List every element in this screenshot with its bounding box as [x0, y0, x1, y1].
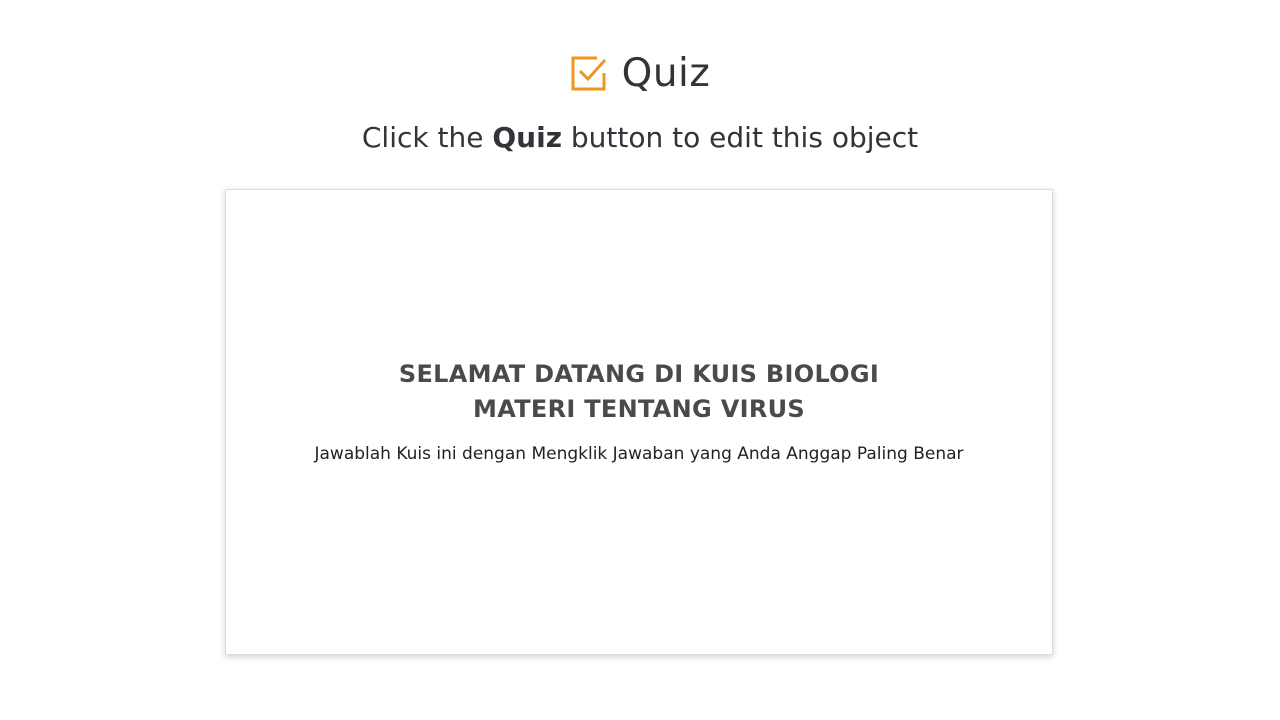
- slide-heading-line2: MATERI TENTANG VIRUS: [473, 395, 805, 423]
- slide-heading-line1: SELAMAT DATANG DI KUIS BIOLOGI: [398, 360, 880, 388]
- instruction-prefix: Click the: [361, 121, 493, 154]
- edit-instruction: Click the Quiz button to edit this objec…: [0, 118, 1280, 158]
- slide-subtext: Jawablah Kuis ini dengan Mengklik Jawaba…: [314, 444, 964, 464]
- checkbox-checked-icon: [571, 56, 606, 91]
- instruction-suffix: button to edit this object: [562, 121, 919, 154]
- quiz-title: Quiz: [621, 50, 711, 96]
- slide-heading: SELAMAT DATANG DI KUIS BIOLOGI MATERI TE…: [226, 357, 1052, 427]
- quiz-slide-preview[interactable]: SELAMAT DATANG DI KUIS BIOLOGI MATERI TE…: [225, 189, 1053, 655]
- quiz-header: Quiz: [0, 48, 1280, 98]
- instruction-quiz-label: Quiz: [492, 121, 562, 154]
